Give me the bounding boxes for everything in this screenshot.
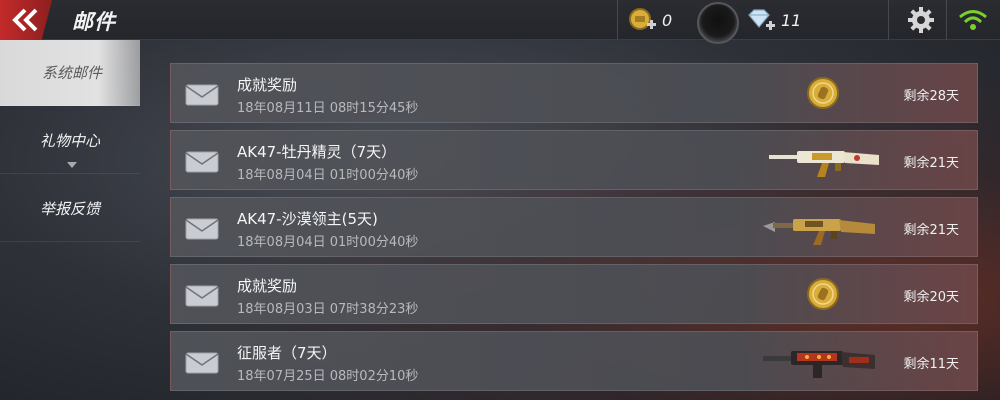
divider bbox=[617, 0, 618, 40]
gold-coin-icon bbox=[807, 278, 839, 310]
envelope-icon bbox=[185, 352, 219, 374]
mail-date: 18年08月04日 01时00分40秒 bbox=[237, 168, 419, 183]
mail-item[interactable]: 成就奖励 18年08月11日 08时15分45秒 剩余28天 bbox=[170, 63, 978, 123]
ak47-peony-gun-icon bbox=[769, 151, 879, 177]
mail-date: 18年08月03日 07时38分23秒 bbox=[237, 302, 419, 317]
divider bbox=[888, 0, 889, 40]
conqueror-gun-icon bbox=[763, 351, 875, 378]
page-title: 邮件 bbox=[72, 10, 116, 34]
mail-subject: 成就奖励 bbox=[237, 277, 298, 295]
center-dial[interactable] bbox=[697, 2, 739, 44]
mail-subject: 征服者（7天） bbox=[237, 344, 337, 362]
mail-date: 18年08月04日 01时00分40秒 bbox=[237, 235, 419, 250]
gear-icon[interactable] bbox=[907, 6, 935, 34]
remaining-days: 剩余28天 bbox=[903, 89, 959, 104]
double-chevron-left-icon bbox=[12, 8, 38, 32]
mail-item[interactable]: AK47-牡丹精灵（7天） 18年08月04日 01时00分40秒 剩余21天 bbox=[170, 130, 978, 190]
mail-item[interactable]: AK47-沙漠领主(5天) 18年08月04日 01时00分40秒 剩余21天 bbox=[170, 197, 978, 257]
coin-plus-icon bbox=[629, 8, 656, 30]
envelope-icon bbox=[185, 151, 219, 173]
back-button[interactable] bbox=[0, 0, 52, 40]
diamond-plus-icon bbox=[748, 9, 775, 30]
sidebar: 系统邮件 礼物中心 举报反馈 bbox=[0, 40, 140, 400]
envelope-icon bbox=[185, 285, 219, 307]
diamond-count: 11 bbox=[781, 10, 802, 30]
expand-arrow-icon[interactable] bbox=[67, 162, 77, 168]
diamond-balance[interactable]: 11 bbox=[745, 7, 801, 33]
wifi-signal-icon bbox=[959, 10, 987, 30]
remaining-days: 剩余21天 bbox=[903, 223, 959, 238]
envelope-icon bbox=[185, 218, 219, 240]
remaining-days: 剩余20天 bbox=[903, 290, 959, 305]
remaining-days: 剩余11天 bbox=[903, 357, 959, 372]
coin-balance[interactable]: 0 bbox=[628, 7, 672, 33]
coin-count: 0 bbox=[662, 10, 673, 30]
mail-date: 18年07月25日 08时02分10秒 bbox=[237, 369, 419, 384]
sidebar-item-system-mail[interactable]: 系统邮件 bbox=[0, 40, 140, 106]
ak47-desert-gun-icon bbox=[763, 219, 875, 245]
divider bbox=[946, 0, 947, 40]
sidebar-item-report-feedback[interactable]: 举报反馈 bbox=[0, 176, 140, 242]
mail-item[interactable]: 成就奖励 18年08月03日 07时38分23秒 剩余20天 bbox=[170, 264, 978, 324]
mail-date: 18年08月11日 08时15分45秒 bbox=[237, 101, 419, 116]
mail-subject: 成就奖励 bbox=[237, 76, 298, 94]
envelope-icon bbox=[185, 84, 219, 106]
sidebar-item-label: 举报反馈 bbox=[39, 200, 100, 218]
top-bar: 邮件 0 11 bbox=[0, 0, 1000, 44]
gold-coin-icon bbox=[807, 77, 839, 109]
mail-item[interactable]: 征服者（7天） 18年07月25日 08时02分10秒 剩余11天 bbox=[170, 331, 978, 391]
mail-subject: AK47-牡丹精灵（7天） bbox=[237, 143, 397, 161]
sidebar-item-label: 系统邮件 bbox=[42, 64, 103, 82]
remaining-days: 剩余21天 bbox=[903, 156, 959, 171]
sidebar-item-label: 礼物中心 bbox=[39, 132, 100, 150]
mail-subject: AK47-沙漠领主(5天) bbox=[237, 210, 378, 228]
